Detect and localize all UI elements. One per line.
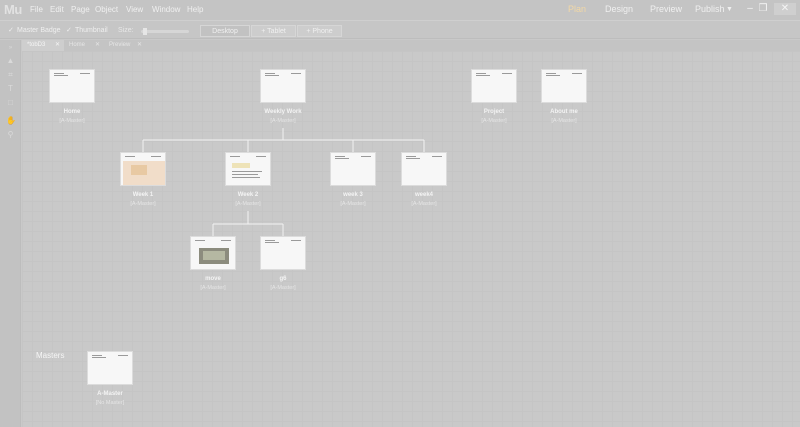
page-master-label: [A-Master]	[411, 201, 437, 207]
menu-page[interactable]: Page	[71, 5, 90, 14]
preview-mode-tab[interactable]: Preview	[650, 4, 682, 14]
master-name: A-Master	[97, 391, 123, 397]
close-icon[interactable]: ✕	[95, 40, 100, 51]
close-icon[interactable]: ✕	[55, 40, 60, 51]
page-master-label: [A-Master]	[130, 201, 156, 207]
selection-tool-icon[interactable]: ▲	[6, 56, 15, 65]
menu-view[interactable]: View	[126, 5, 143, 14]
panel-collapse-icon[interactable]: »	[6, 44, 15, 53]
page-thumbnail[interactable]	[260, 236, 306, 270]
page-thumbnail[interactable]	[260, 69, 306, 103]
page-thumbnail[interactable]	[330, 152, 376, 186]
site-map-canvas[interactable]	[22, 51, 800, 427]
page-thumbnail[interactable]	[471, 69, 517, 103]
checkmark-icon: ✓	[8, 27, 14, 34]
crop-tool-icon[interactable]: ⌗	[6, 70, 15, 79]
tab-label: Home	[69, 42, 86, 48]
master-thumbnail[interactable]	[87, 351, 133, 385]
publish-button[interactable]: Publish	[695, 4, 725, 14]
page-thumbnail[interactable]	[49, 69, 95, 103]
close-window-icon[interactable]: ✕	[774, 3, 796, 15]
rectangle-tool-icon[interactable]: □	[6, 98, 15, 107]
page-name: About me	[550, 109, 578, 115]
page-name: Week 1	[132, 192, 154, 198]
size-label: Size:	[118, 27, 134, 34]
page-master-label: [A-Master]	[270, 285, 296, 291]
menu-file[interactable]: File	[30, 5, 43, 14]
thumbnail-checkbox[interactable]: ✓ Thumbnail	[66, 27, 108, 34]
tablet-layout-button[interactable]: + Tablet	[251, 25, 296, 37]
page-master-label: [A-Master]	[551, 118, 577, 124]
thumbnail-label: Thumbnail	[75, 27, 108, 34]
tab-label: *tobD3	[27, 42, 46, 48]
publish-dropdown-icon[interactable]: ▼	[726, 6, 733, 13]
desktop-layout-button[interactable]: Desktop	[200, 25, 250, 37]
page-thumbnail[interactable]	[120, 152, 166, 186]
menu-object[interactable]: Object	[95, 5, 118, 14]
page-master-label: [A-Master]	[270, 118, 296, 124]
document-tabs: *tobD3 ✕ Home ✕ Preview ✕	[22, 40, 800, 51]
close-icon[interactable]: ✕	[137, 40, 142, 51]
page-thumbnail[interactable]	[541, 69, 587, 103]
masters-section-label: Masters	[36, 351, 65, 360]
zoom-tool-icon[interactable]: ⚲	[6, 130, 15, 139]
tab-tobd3[interactable]: *tobD3 ✕	[22, 40, 64, 51]
page-name: Weekly Work	[264, 109, 302, 115]
hand-tool-icon[interactable]: ✋	[6, 116, 16, 125]
page-name: Week 2	[237, 192, 259, 198]
app-logo: Mu	[4, 2, 22, 17]
menu-window[interactable]: Window	[152, 5, 180, 14]
master-parent-label: [No Master]	[95, 400, 125, 406]
page-thumbnail[interactable]	[225, 152, 271, 186]
tab-home[interactable]: Home ✕	[64, 40, 104, 51]
slider-knob[interactable]	[143, 28, 147, 35]
master-badge-label: Master Badge	[17, 27, 61, 34]
menu-help[interactable]: Help	[187, 5, 203, 14]
page-name: Home	[63, 109, 81, 115]
size-slider[interactable]	[141, 28, 189, 35]
design-mode-tab[interactable]: Design	[605, 4, 633, 14]
page-name: week4	[414, 192, 433, 198]
tools-panel: » ▲ ⌗ T □ ✋ ⚲	[0, 40, 21, 427]
tab-label: Preview	[109, 42, 131, 48]
page-thumbnail[interactable]	[401, 152, 447, 186]
tab-preview[interactable]: Preview ✕	[104, 40, 146, 51]
restore-icon[interactable]: ❐	[757, 3, 769, 15]
menu-edit[interactable]: Edit	[50, 5, 64, 14]
page-thumbnail[interactable]	[190, 236, 236, 270]
page-name: g6	[279, 276, 287, 282]
master-badge-checkbox[interactable]: ✓ Master Badge	[8, 27, 61, 34]
options-bar: ✓ Master Badge ✓ Thumbnail Size: Desktop +…	[0, 20, 800, 39]
plan-mode-tab[interactable]: Plan	[568, 4, 586, 14]
menu-bar: Mu File Edit Page Object View Window Hel…	[0, 0, 800, 20]
page-master-label: [A-Master]	[59, 118, 85, 124]
minimize-icon[interactable]: –	[744, 3, 756, 15]
checkmark-icon: ✓	[66, 27, 72, 34]
page-master-label: [A-Master]	[235, 201, 261, 207]
text-tool-icon[interactable]: T	[6, 84, 15, 93]
phone-layout-button[interactable]: + Phone	[297, 25, 342, 37]
